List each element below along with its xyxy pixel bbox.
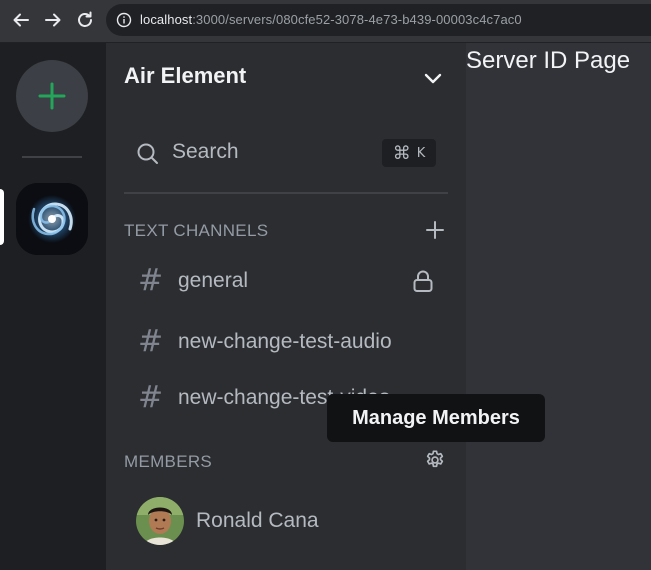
- search-label: Search: [172, 140, 239, 163]
- tooltip: Manage Members: [327, 394, 545, 442]
- user-avatar-icon: [136, 497, 184, 545]
- server-name: Air Element: [124, 63, 247, 88]
- hashtag-icon: #: [138, 263, 164, 298]
- hashtag-icon: #: [138, 324, 164, 359]
- server-rail: [0, 43, 106, 570]
- reload-icon: [78, 11, 92, 27]
- channel-name: general: [178, 269, 249, 292]
- page-title: Server ID Page: [466, 47, 631, 74]
- channel-item-new-change-test-audio[interactable]: # new-change-test-audio: [124, 318, 448, 366]
- forward-button[interactable]: [42, 9, 64, 31]
- arrow-left-icon: [13, 13, 29, 27]
- info-icon[interactable]: [116, 12, 132, 28]
- spiral-galaxy-icon: [16, 183, 88, 255]
- members-label: MEMBERS: [124, 452, 213, 471]
- browser-toolbar: localhost:3000/servers/080cfe52-3078-4e7…: [0, 0, 651, 43]
- main-content: Server ID Page: [466, 43, 651, 570]
- search-icon: [137, 143, 158, 164]
- sidebar-divider: [124, 192, 448, 194]
- plus-icon: [38, 82, 66, 110]
- rail-divider: [22, 156, 82, 158]
- arrow-right-icon: [45, 13, 61, 27]
- add-server-button[interactable]: [16, 60, 88, 132]
- tooltip-text: Manage Members: [352, 406, 520, 429]
- channel-item-general[interactable]: # general: [124, 257, 448, 305]
- hashtag-icon: #: [138, 380, 164, 415]
- add-channel-icon[interactable]: [424, 219, 446, 241]
- avatar: [136, 497, 184, 545]
- active-server-indicator: [0, 189, 4, 245]
- lock-icon: [413, 270, 433, 292]
- search-shortcut: ⌘ K: [382, 139, 436, 167]
- url-path: :3000/servers/080cfe52-3078-4e73-b439-00…: [192, 12, 522, 27]
- channel-name: new-change-test-audio: [178, 330, 392, 353]
- server-header[interactable]: Air Element: [106, 43, 466, 111]
- shortcut-key: K: [416, 145, 426, 161]
- command-key-icon: ⌘: [392, 142, 411, 164]
- reload-button[interactable]: [74, 9, 96, 31]
- url-host: localhost: [140, 12, 193, 27]
- chevron-down-icon: [424, 73, 442, 84]
- address-bar[interactable]: localhost:3000/servers/080cfe52-3078-4e7…: [106, 4, 651, 36]
- member-name: Ronald Cana: [196, 509, 319, 532]
- text-channels-label: TEXT CHANNELS: [124, 221, 269, 240]
- url-text[interactable]: localhost:3000/servers/080cfe52-3078-4e7…: [140, 12, 522, 27]
- server-icon-air-element[interactable]: [16, 183, 88, 255]
- member-item[interactable]: Ronald Cana: [124, 493, 448, 549]
- search-button[interactable]: Search ⌘ K: [124, 128, 448, 178]
- back-button[interactable]: [10, 9, 32, 31]
- gear-icon[interactable]: [424, 449, 446, 471]
- channel-sidebar: Air Element Search ⌘ K TEXT CHANNELS # g…: [106, 43, 466, 570]
